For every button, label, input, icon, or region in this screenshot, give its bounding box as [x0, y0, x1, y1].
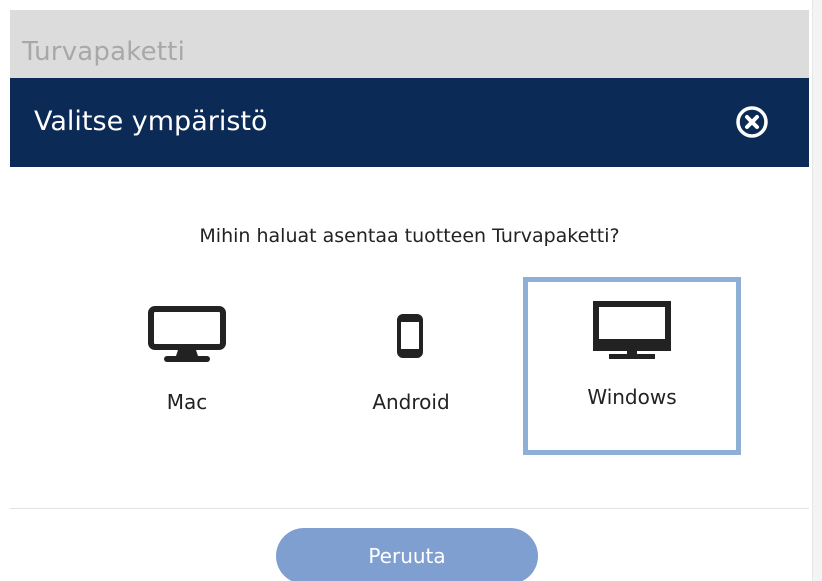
option-mac[interactable]: Mac — [81, 282, 293, 450]
option-windows-label: Windows — [587, 385, 677, 409]
footer-divider — [10, 508, 809, 509]
option-mac-label: Mac — [166, 390, 208, 414]
background-app-title: Turvapaketti — [22, 37, 185, 67]
smartphone-icon — [397, 314, 423, 358]
dialog-title: Valitse ympäristö — [34, 106, 268, 137]
close-circle-icon — [736, 106, 768, 138]
cancel-button[interactable]: Peruuta — [276, 528, 538, 581]
desktop-monitor-icon — [593, 301, 671, 359]
dialog-header: Valitse ympäristö — [10, 78, 809, 167]
screen: Turvapaketti Valitse ympäristö Mihin hal… — [0, 0, 822, 581]
option-android[interactable]: Android — [305, 282, 517, 450]
option-android-label: Android — [372, 390, 450, 414]
window-edge — [812, 0, 822, 581]
close-button[interactable] — [736, 106, 768, 138]
option-windows[interactable]: Windows — [523, 277, 741, 455]
install-question: Mihin haluat asentaa tuotteen Turvapaket… — [199, 225, 620, 247]
monitor-icon — [148, 306, 226, 362]
background-title-bar: Turvapaketti — [10, 10, 809, 78]
